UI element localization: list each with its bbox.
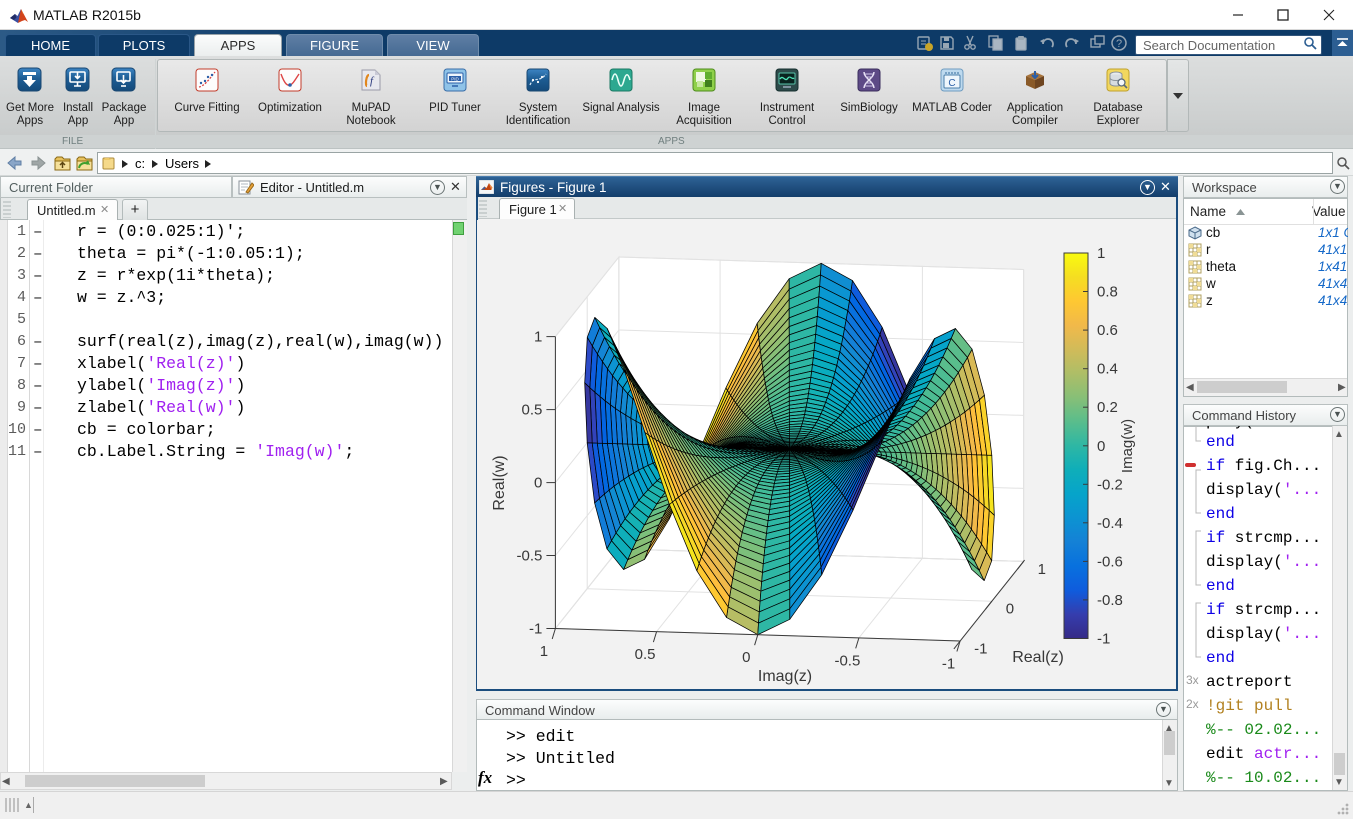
svg-text:-0.4: -0.4	[1097, 515, 1123, 532]
svg-text:-0.2: -0.2	[1097, 476, 1123, 493]
svg-text:Real(z): Real(z)	[1012, 649, 1064, 666]
svg-text:-1: -1	[529, 621, 542, 638]
svg-text:1: 1	[534, 329, 542, 346]
svg-text:PID: PID	[451, 77, 459, 82]
svg-text:0.6: 0.6	[1097, 322, 1118, 339]
svg-text:-1: -1	[974, 641, 987, 658]
svg-text:-0.5: -0.5	[834, 652, 860, 669]
svg-text:0: 0	[1097, 438, 1105, 455]
svg-text:-0.8: -0.8	[1097, 592, 1123, 609]
svg-text:-1: -1	[942, 656, 955, 673]
svg-text:0.8: 0.8	[1097, 284, 1118, 301]
svg-text:1: 1	[1097, 245, 1105, 262]
svg-text:Imag(w): Imag(w)	[1119, 419, 1136, 473]
svg-text:0.2: 0.2	[1097, 399, 1118, 416]
svg-text:-0.5: -0.5	[517, 548, 543, 565]
svg-text:0.4: 0.4	[1097, 361, 1118, 378]
svg-text:1: 1	[540, 643, 548, 660]
svg-text:C: C	[948, 78, 955, 89]
svg-text:Real(w): Real(w)	[491, 455, 508, 510]
svg-text:0.5: 0.5	[635, 646, 656, 663]
svg-text:-0.6: -0.6	[1097, 553, 1123, 570]
svg-text:0.5: 0.5	[522, 402, 543, 419]
svg-text:0: 0	[742, 649, 750, 666]
svg-text:0: 0	[534, 475, 542, 492]
svg-text:0: 0	[1006, 601, 1014, 618]
svg-text:Imag(z): Imag(z)	[758, 668, 812, 685]
svg-text:1: 1	[1038, 561, 1046, 578]
svg-text:?: ?	[1116, 38, 1122, 50]
svg-text:-1: -1	[1097, 631, 1110, 648]
